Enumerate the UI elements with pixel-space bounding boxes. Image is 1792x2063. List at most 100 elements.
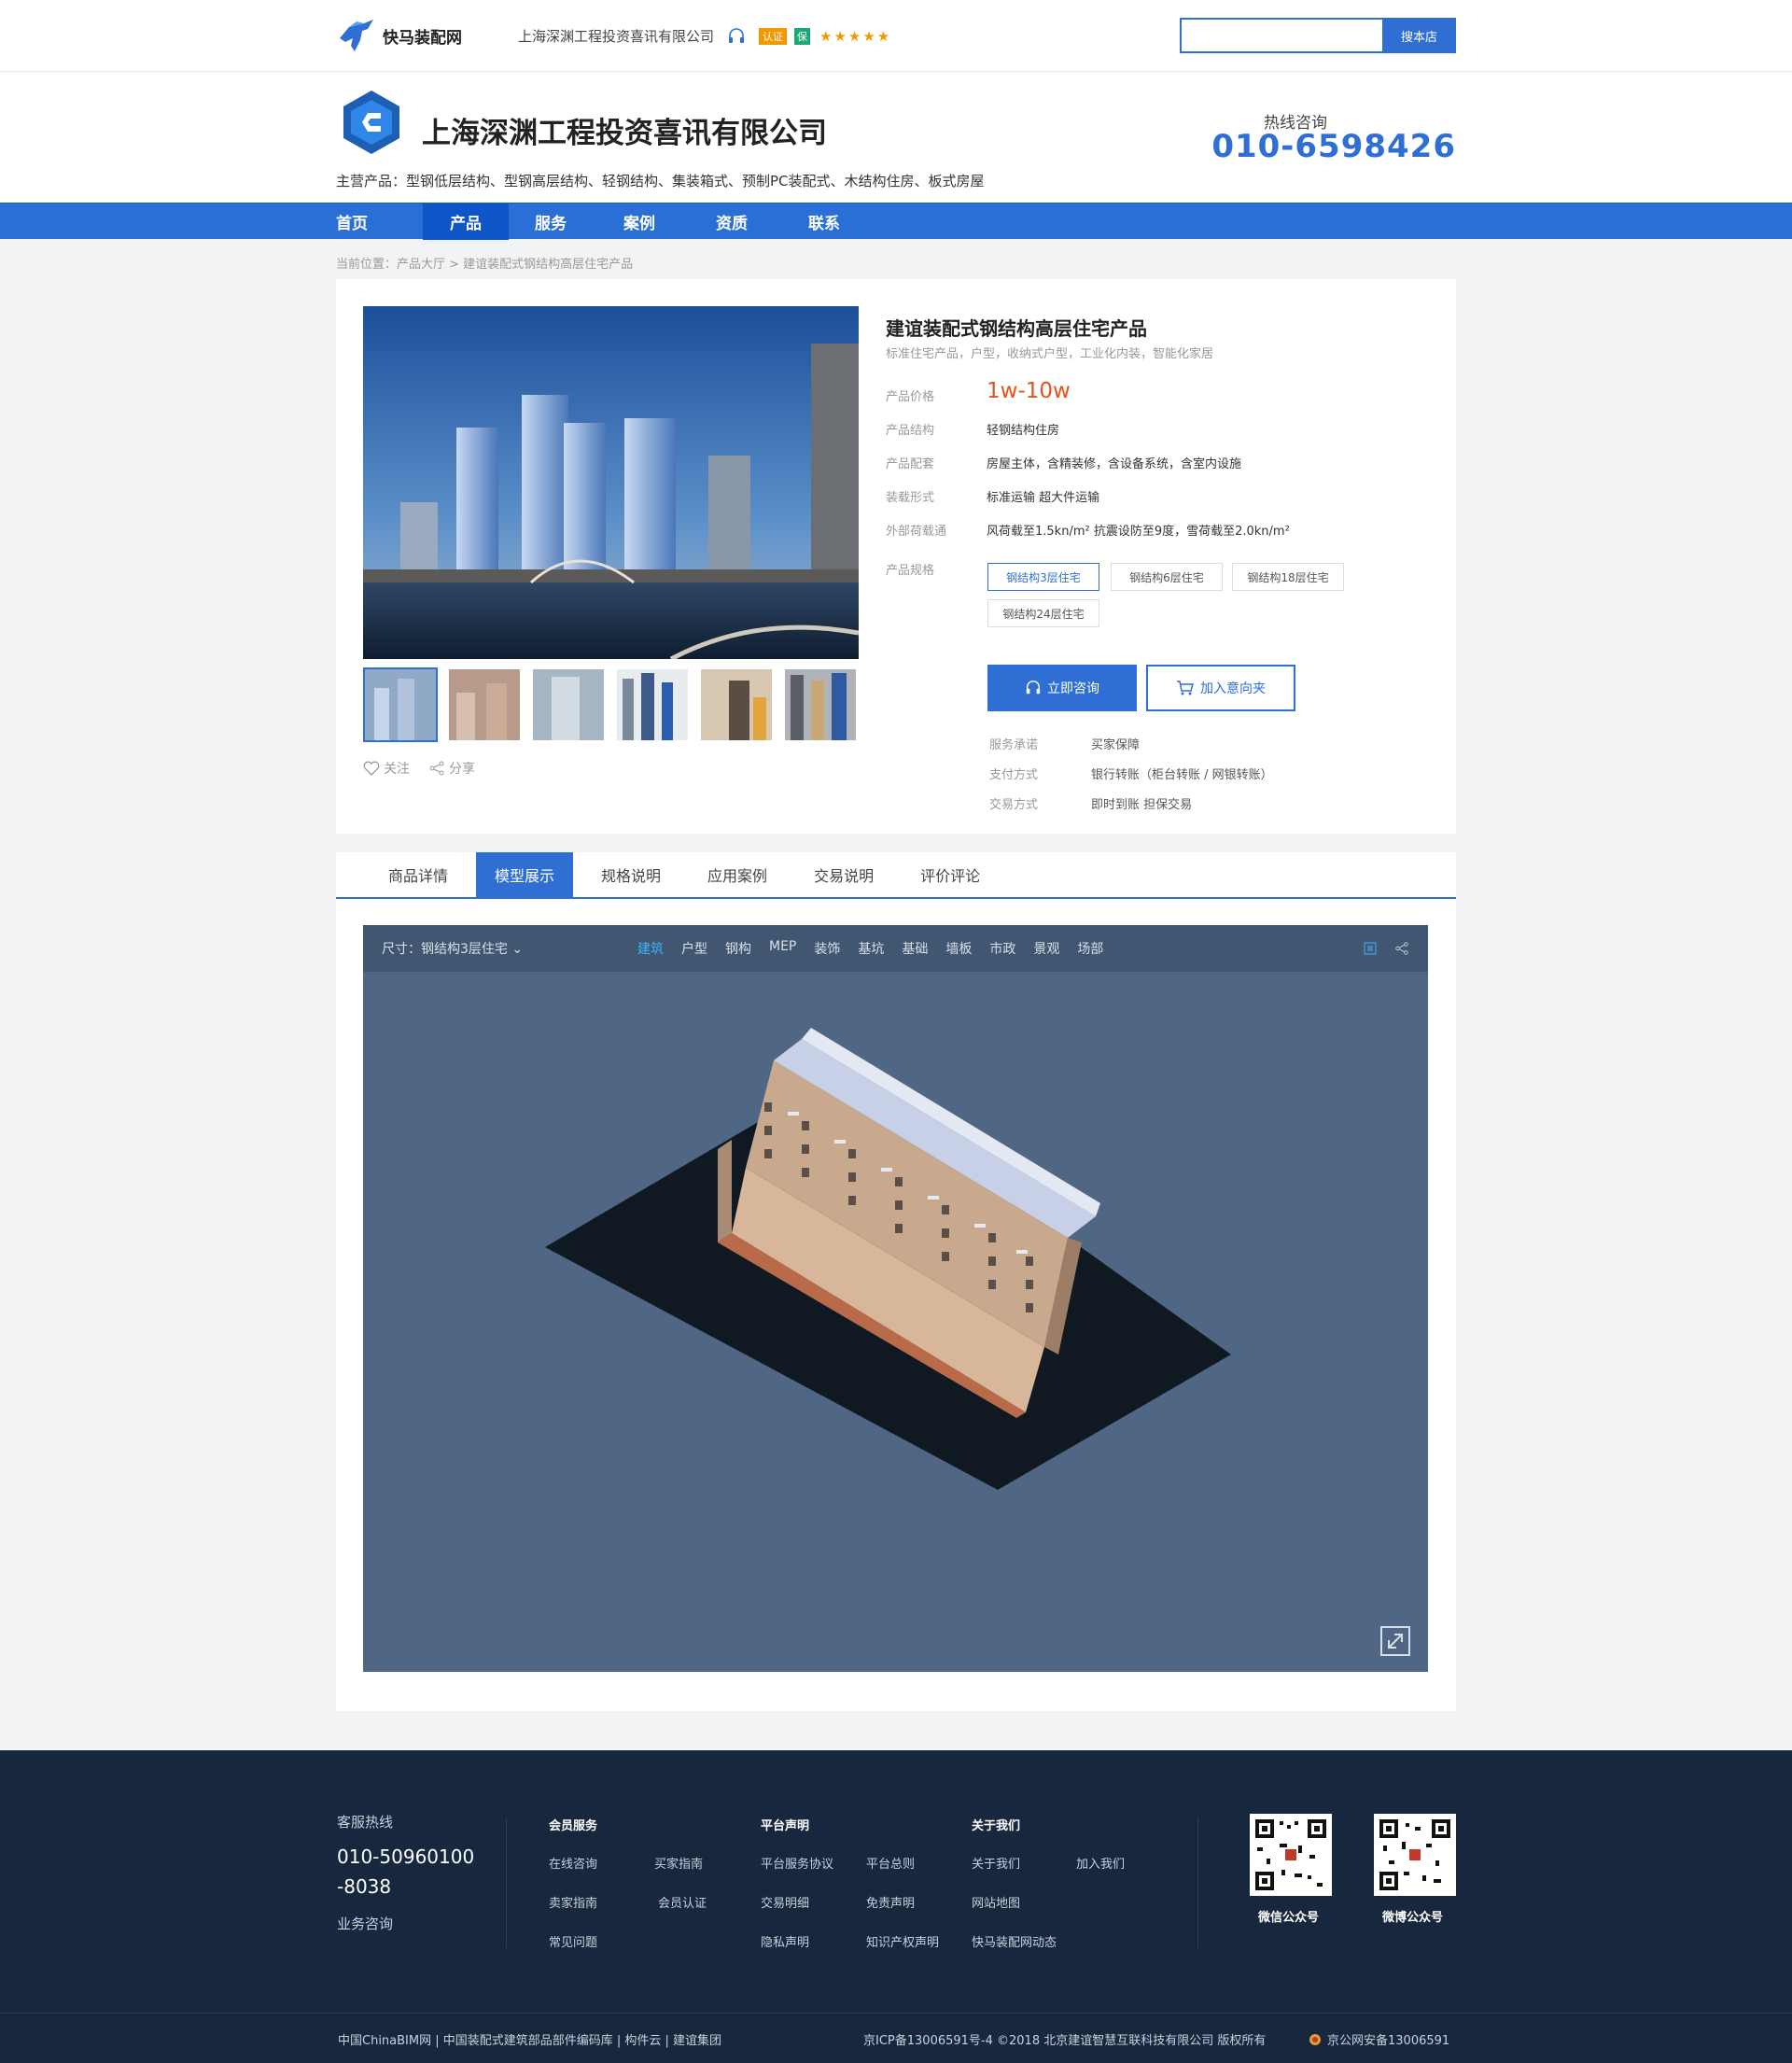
spec-option[interactable]: 钢结构6层住宅 [1111,563,1223,591]
follow-button[interactable]: 关注 [363,759,410,778]
footer-copyright: 京ICP备13006591号-4 ©2018 北京建谊智慧互联科技有限公司 版权… [863,2034,1267,2048]
layer-tab[interactable]: 墙板 [945,939,972,958]
horse-logo-icon [336,18,375,55]
thumbnail[interactable] [447,667,522,742]
search-input[interactable] [1180,18,1382,53]
site-logo[interactable]: 快马装配网 [336,18,518,55]
tab-details[interactable]: 商品详情 [370,852,467,897]
guarantee-badge: 保 [794,27,811,45]
layer-tab[interactable]: 建筑 [637,939,664,958]
thumbnail[interactable] [783,667,858,742]
config-label: 产品配套 [886,457,935,471]
layer-tab[interactable]: 基坑 [858,939,884,958]
layer-tab[interactable]: 钢构 [725,939,751,958]
layer-tab[interactable]: 场部 [1077,939,1103,958]
heart-icon [363,761,380,776]
footer-col3-title: 关于我们 [972,1819,1021,1833]
size-selector[interactable]: 尺寸：钢结构3层住宅 ⌄ [382,939,523,958]
qr-code-weibo [1374,1814,1456,1896]
footer-link[interactable]: 关于我们 [972,1854,1020,1872]
footer-divider [1197,1817,1198,1948]
tab-model[interactable]: 模型展示 [476,852,574,897]
layer-tab[interactable]: 户型 [681,939,707,958]
payment-value: 银行转账（柜台转账 / 网银转账） [1091,768,1273,782]
footer-link[interactable]: 在线咨询 [549,1854,597,1872]
load-label: 外部荷载通 [886,525,947,539]
headset-icon[interactable] [727,27,746,46]
building-3d-model[interactable] [363,972,1428,1672]
spec-option-active[interactable]: 钢结构3层住宅 [987,563,1099,591]
config-value: 房屋主体，含精装修，含设备系统，含室内设施 [987,457,1242,471]
footer-link[interactable]: 卖家指南 [549,1893,597,1911]
product-main-image[interactable] [363,306,859,659]
headset-icon [1026,681,1041,695]
product-price: 1w-10w [987,379,1071,403]
chevron-down-icon: ⌄ [511,942,524,957]
footer-link[interactable]: 隐私声明 [761,1932,809,1950]
add-to-cart-button[interactable]: 加入意向夹 [1146,665,1295,711]
footer-link[interactable]: 免责声明 [866,1893,915,1911]
footer-col2-title: 平台声明 [761,1819,810,1833]
nav-qualifications[interactable]: 资质 [686,203,777,240]
layer-tab[interactable]: 装饰 [814,939,840,958]
footer-link[interactable]: 平台总则 [866,1854,915,1872]
footer-link[interactable]: 常见问题 [549,1932,597,1950]
fullscreen-icon[interactable] [1379,1625,1411,1657]
list-icon[interactable] [1363,941,1378,956]
search-store-button[interactable]: 搜本店 [1382,18,1456,53]
consult-button[interactable]: 立即咨询 [987,665,1137,711]
tab-specs[interactable]: 规格说明 [582,852,679,897]
payment-label: 支付方式 [989,768,1039,782]
footer-link[interactable]: 会员认证 [658,1893,707,1911]
thumbnail[interactable] [615,667,690,742]
footer-link[interactable]: 买家指南 [654,1854,703,1872]
company-logo-icon [343,91,399,154]
nav-products[interactable]: 产品 [423,203,509,240]
footer-link[interactable]: 网站地图 [972,1893,1020,1911]
hotline-number: 010-6598426 [1211,128,1456,165]
product-title: 建谊装配式钢结构高层住宅产品 [886,317,1147,340]
footer-col1-title: 会员服务 [549,1819,598,1833]
model-viewer[interactable]: 尺寸：钢结构3层住宅 ⌄ 建筑 户型 钢构 MEP 装饰 基坑 基础 墙板 市政… [363,925,1428,1672]
trade-value: 即时到账 担保交易 [1091,798,1193,812]
thumbnail[interactable] [363,667,438,742]
spec-option[interactable]: 钢结构24层住宅 [987,599,1099,627]
spec-option[interactable]: 钢结构18层住宅 [1232,563,1344,591]
layer-tab[interactable]: 市政 [989,939,1015,958]
nav-home[interactable]: 首页 [336,203,423,240]
footer-link[interactable]: 知识产权声明 [866,1932,939,1950]
tab-reviews[interactable]: 评价评论 [902,852,999,897]
footer-links[interactable]: 中国ChinaBIM网 | 中国装配式建筑部品部件编码库 | 构件云 | 建谊集… [338,2030,721,2048]
logo-text: 快马装配网 [383,29,462,48]
company-header: 上海深渊工程投资喜讯有限公司 主营产品：型钢低层结构、型钢高层结构、轻钢结构、集… [0,72,1792,203]
nav-services[interactable]: 服务 [509,203,593,240]
price-label: 产品价格 [886,390,935,404]
footer-link[interactable]: 平台服务协议 [761,1854,833,1872]
nav-contact[interactable]: 联系 [777,203,871,240]
nav-cases[interactable]: 案例 [593,203,686,240]
footer-link[interactable]: 加入我们 [1076,1854,1125,1872]
thumbnail[interactable] [531,667,606,742]
police-badge-icon [1309,2033,1321,2045]
layer-tab[interactable]: 景观 [1033,939,1059,958]
share-button[interactable]: 分享 [428,759,475,778]
footer-phone-2: -8038 [337,1875,392,1898]
share-icon [429,761,444,776]
layer-tab[interactable]: MEP [769,939,796,958]
tab-trade[interactable]: 交易说明 [795,852,892,897]
top-company-name[interactable]: 上海深渊工程投资喜讯有限公司 [518,26,714,46]
footer-link[interactable]: 快马装配网动态 [972,1932,1057,1950]
structure-value: 轻钢结构住房 [987,424,1060,438]
trade-label: 交易方式 [989,798,1039,812]
footer-link[interactable]: 交易明细 [761,1893,809,1911]
footer-divider [506,1817,507,1948]
tab-cases[interactable]: 应用案例 [689,852,786,897]
top-bar: 快马装配网 上海深渊工程投资喜讯有限公司 认证 保 ★★★★★ 搜本店 [0,0,1792,72]
thumbnail[interactable] [699,667,774,742]
layer-tab[interactable]: 基础 [902,939,928,958]
breadcrumb[interactable]: 当前位置：产品大厅 > 建谊装配式钢结构高层住宅产品 [336,239,1456,279]
load-value: 风荷载至1.5kn/m² 抗震设防至9度，雪荷载至2.0kn/m² [987,525,1290,539]
product-subtitle: 标准住宅产品，户型，收纳式户型，工业化内装，智能化家居 [886,347,1214,361]
store-search: 搜本店 [1180,18,1456,53]
share-icon[interactable] [1394,941,1409,956]
